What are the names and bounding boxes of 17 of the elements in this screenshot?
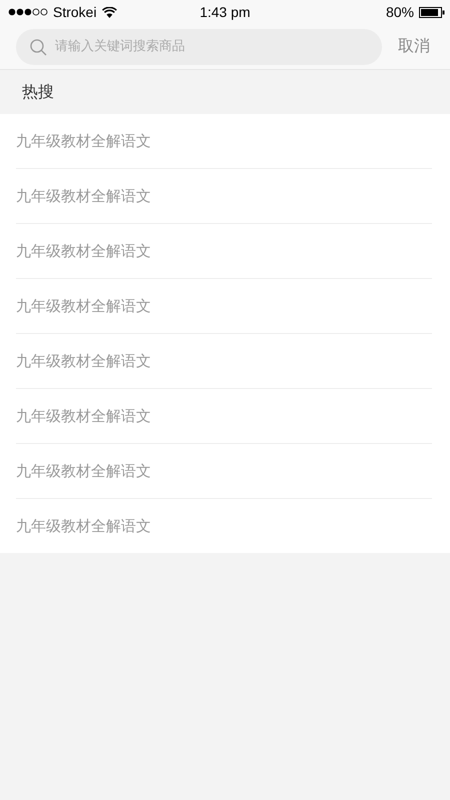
- carrier-name: Strokei: [53, 4, 97, 20]
- status-time: 1:43 pm: [200, 4, 250, 20]
- signal-icon: [8, 8, 48, 16]
- hot-search-item[interactable]: 九年级教材全解语文: [16, 279, 432, 334]
- battery-percent: 80%: [386, 4, 414, 20]
- hot-search-item[interactable]: 九年级教材全解语文: [16, 444, 432, 499]
- battery-icon: [419, 6, 445, 18]
- search-field[interactable]: 请输入关键词搜索商品: [16, 28, 382, 64]
- hot-search-item[interactable]: 九年级教材全解语文: [16, 389, 432, 444]
- cancel-button[interactable]: 取消: [394, 36, 434, 57]
- wifi-icon: [102, 6, 117, 18]
- hot-search-item[interactable]: 九年级教材全解语文: [16, 224, 432, 279]
- hot-search-item[interactable]: 九年级教材全解语文: [16, 169, 432, 224]
- hot-search-item[interactable]: 九年级教材全解语文: [16, 499, 432, 553]
- hot-search-item[interactable]: 九年级教材全解语文: [16, 334, 432, 389]
- section-header: 热搜: [21, 80, 55, 102]
- hot-search-item[interactable]: 九年级教材全解语文: [16, 114, 432, 169]
